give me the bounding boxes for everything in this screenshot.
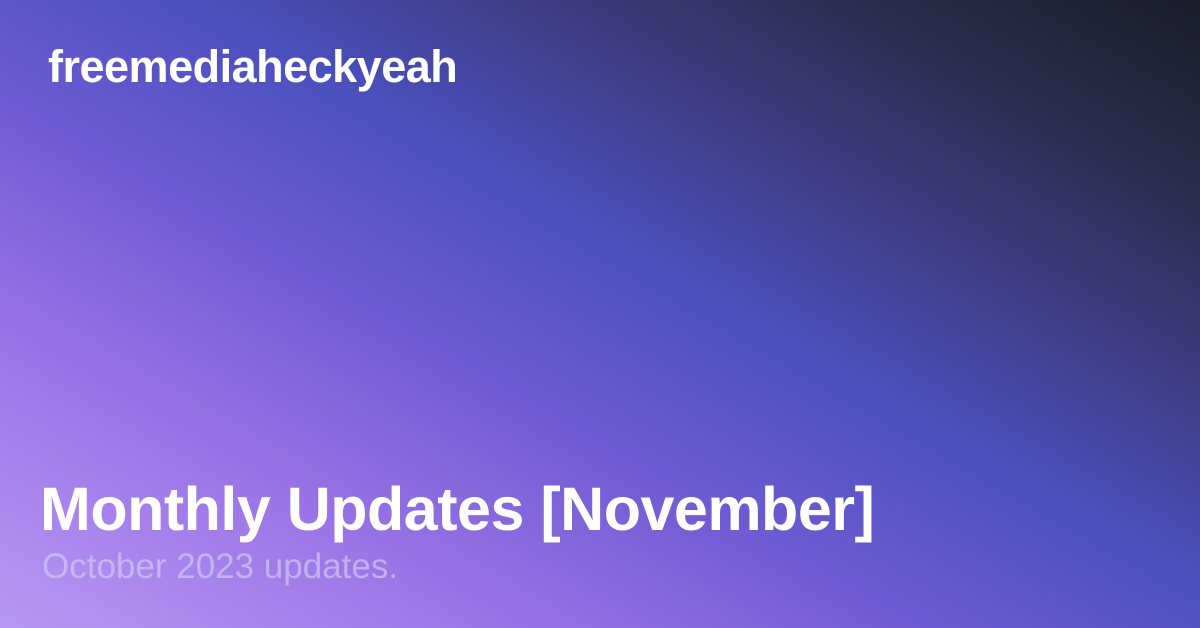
post-title: Monthly Updates [November] (40, 475, 875, 543)
social-share-card: freemediaheckyeah Monthly Updates [Novem… (0, 0, 1200, 628)
post-excerpt: October 2023 updates. (42, 547, 399, 586)
site-name: freemediaheckyeah (48, 41, 458, 92)
